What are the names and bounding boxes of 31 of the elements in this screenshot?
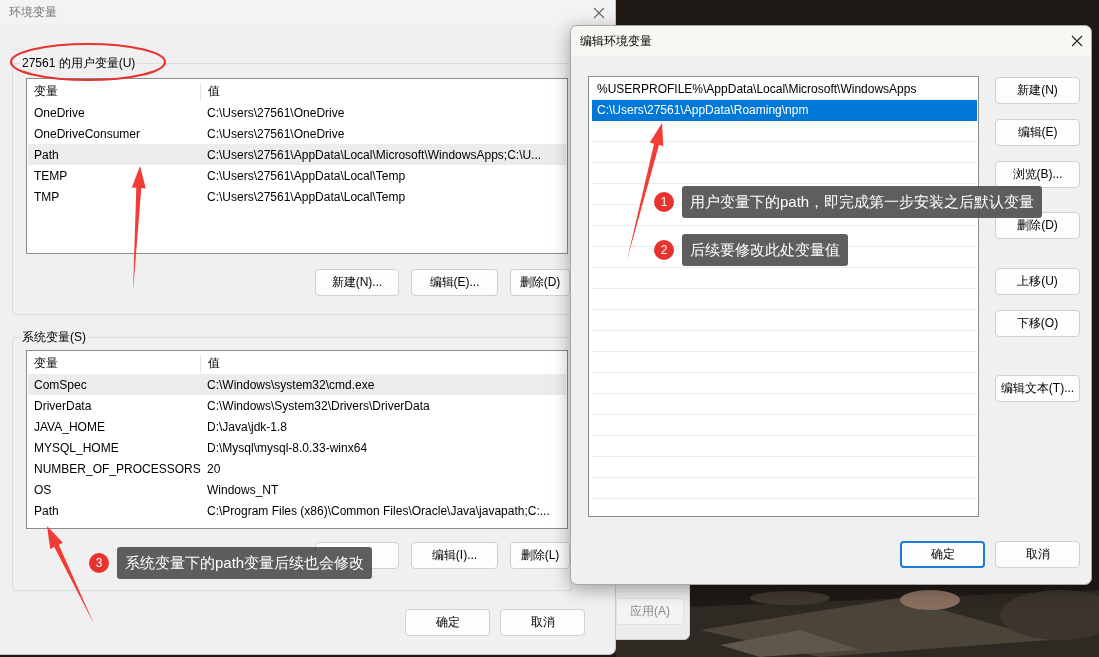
variable-name: OneDriveConsumer xyxy=(33,126,142,141)
variable-name: Path xyxy=(33,147,60,162)
variable-name: TEMP xyxy=(33,168,69,183)
variable-value: C:\Users\27561\OneDrive xyxy=(206,126,345,141)
variable-name: NUMBER_OF_PROCESSORS xyxy=(33,461,200,476)
variable-value: 20 xyxy=(206,461,221,476)
group-label: 27561 的用户变量(U) xyxy=(21,55,137,72)
group-label: 系统变量(S) xyxy=(21,329,87,346)
variable-value: Windows_NT xyxy=(206,482,279,497)
variable-value: C:\Users\27561\OneDrive xyxy=(206,105,345,120)
variable-value: D:\Mysql\mysql-8.0.33-winx64 xyxy=(206,440,368,455)
variable-name: TMP xyxy=(33,189,61,204)
annotation-tooltip: 后续要修改此处变量值 xyxy=(682,234,848,266)
variable-name: ComSpec xyxy=(33,377,88,392)
variable-name: OneDrive xyxy=(33,105,86,120)
variable-value: C:\Windows\system32\cmd.exe xyxy=(206,377,375,392)
variable-value: C:\Users\27561\AppData\Local\Temp xyxy=(206,189,406,204)
variable-value: C:\Program Files (x86)\Common Files\Oracle\Java\javapath;C:... xyxy=(206,503,550,518)
variable-value: C:\Windows\System32\Drivers\DriverData xyxy=(206,398,430,413)
annotation-tooltip: 用户变量下的path，即完成第一步安装之后默认变量 xyxy=(682,186,1043,218)
variable-value: C:\Users\27561\AppData\Local\Temp xyxy=(206,168,406,183)
variable-name: JAVA_HOME xyxy=(33,419,106,434)
variable-value: C:\Users\27561\AppData\Local\Microsoft\WindowsApps;C:\U... xyxy=(206,147,542,162)
window-title: 环境变量 xyxy=(9,4,57,21)
variable-name: MYSQL_HOME xyxy=(33,440,120,455)
variable-name: Path xyxy=(33,503,60,518)
variable-name: OS xyxy=(33,482,53,497)
annotation-tooltip: 系统变量下的path变量后续也会修改 xyxy=(117,547,373,579)
window-title: 编辑环境变量 xyxy=(580,32,652,50)
variable-value: D:\Java\jdk-1.8 xyxy=(206,419,288,434)
variable-name: DriverData xyxy=(33,398,93,413)
